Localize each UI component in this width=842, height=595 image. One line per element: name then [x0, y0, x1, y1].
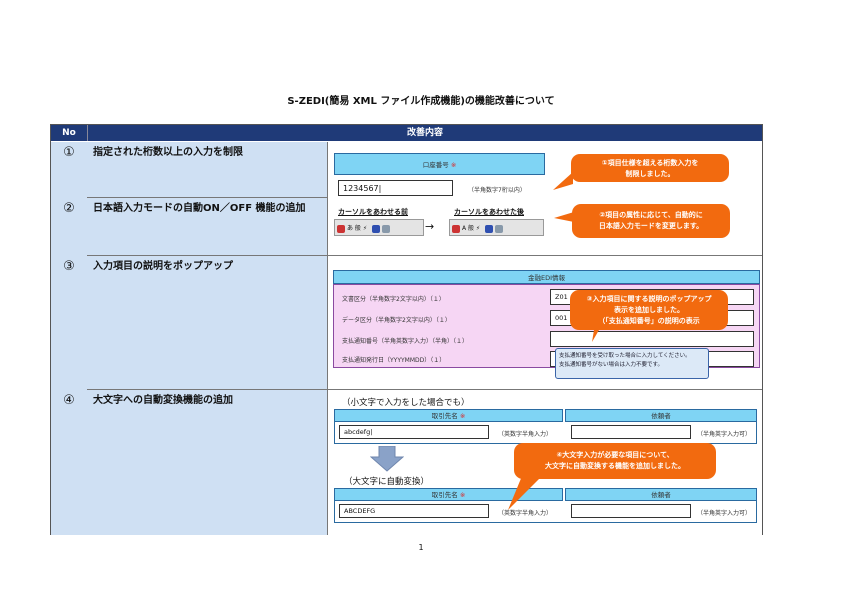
field-label-4: 支払通知発行日（YYYYMMDD）（１）	[342, 357, 446, 364]
callout-4: ④大文字入力が必要な項目について、 大文字に自動変換する機能を追加しました。	[514, 443, 716, 479]
row4-desc: 大文字への自動変換機能の追加	[87, 390, 328, 535]
upper-other-input[interactable]	[571, 504, 691, 518]
account-number-input[interactable]: 1234567|	[338, 180, 453, 196]
row2-no: ②	[51, 198, 88, 257]
upper-row: ABCDEFG （英数字半角入力） （半角英字入力可）	[334, 501, 757, 523]
row4-no: ④	[51, 390, 88, 535]
field-label: 取引先名	[431, 412, 458, 420]
lower-other-input[interactable]	[571, 425, 691, 439]
field-label-1: 文書区分（半角数字2文字以内）（１）	[342, 296, 445, 303]
form-title: 金融EDI情報	[333, 270, 760, 284]
help-tooltip: 支払通知番号を受け取った場合に入力してください。 支払通知番号がない場合は入力不…	[555, 348, 709, 379]
help-icon	[485, 224, 494, 233]
after-label: カーソルをあわせた後	[454, 208, 524, 216]
ime-logo-icon	[452, 224, 460, 233]
row2-screenshot: カーソルをあわせる前 カーソルをあわせた後 あ 般 ⚡ → A 般 ⚡ ②項目の…	[328, 198, 762, 256]
row1-screenshot: 口座番号 ※ 1234567| （半角数字7桁以内） ①項目仕様を超える桁数入力…	[328, 142, 762, 198]
ime-logo-icon	[337, 224, 345, 233]
before-label: カーソルをあわせる前	[338, 208, 408, 216]
caption-lowercase: （小文字で入力をした場合でも）	[342, 398, 470, 408]
settings-icon	[381, 224, 390, 233]
row1-desc: 指定された桁数以上の入力を制限	[87, 142, 328, 198]
callout2-tail	[554, 212, 574, 222]
uppercase-input[interactable]: ABCDEFG	[339, 504, 489, 518]
callout-1: ①項目仕様を超える桁数入力を 制限しました。	[571, 154, 729, 182]
lower-other-header: 依頼者	[565, 409, 757, 422]
header-no: No	[51, 125, 88, 141]
caption-uppercase: （大文字に自動変換）	[344, 477, 430, 487]
lower-note-right: （半角英字入力可）	[697, 431, 752, 438]
header-content: 改善内容	[88, 125, 762, 141]
field-label-2: データ区分（半角数字2文字以内）（１）	[342, 317, 451, 324]
callout1-tail	[553, 172, 573, 190]
upper-other-header: 依頼者	[565, 488, 757, 501]
lower-row: abcdefg| （英数字半角入力） （半角英字入力可）	[334, 422, 757, 444]
field-label: 取引先名	[431, 491, 458, 499]
lower-field-header: 取引先名 ※	[334, 409, 563, 422]
page-number: 1	[418, 543, 424, 552]
row2-desc: 日本語入力モードの自動ON／OFF 機能の追加	[87, 198, 328, 256]
page-title: S-ZEDI(簡易 XML ファイル作成機能)の機能改善について	[287, 96, 555, 107]
improvement-table: No 改善内容 ① 指定された桁数以上の入力を制限 口座番号 ※ 1234567…	[50, 124, 763, 535]
ime-mode-before: あ 般 ⚡	[347, 225, 368, 232]
callout-3: ③入力項目に関する説明のポップアップ 表示を追加しました。 （「支払通知番号」の…	[570, 290, 728, 330]
account-number-label: 口座番号	[422, 161, 449, 169]
lowercase-input[interactable]: abcdefg|	[339, 425, 489, 439]
required-mark: ※	[450, 161, 457, 169]
required-mark: ※	[459, 412, 466, 420]
ime-toolbar-after: A 般 ⚡	[449, 219, 544, 236]
row1-no: ①	[51, 142, 88, 199]
help-icon	[371, 224, 380, 233]
account-number-header: 口座番号 ※	[334, 153, 545, 175]
callout4-tail	[508, 476, 542, 510]
settings-icon	[495, 224, 504, 233]
row3-screenshot: 金融EDI情報 文書区分（半角数字2文字以内）（１） Z01 データ区分（半角数…	[328, 256, 762, 390]
row4-screenshot: （小文字で入力をした場合でも） 取引先名 ※ 依頼者 abcdefg| （英数字…	[328, 390, 762, 535]
ime-toolbar-before: あ 般 ⚡	[334, 219, 424, 236]
row3-desc: 入力項目の説明をポップアップ	[87, 256, 328, 390]
lower-note-left: （英数字半角入力）	[498, 431, 553, 438]
arrow-icon: →	[425, 220, 435, 233]
upper-note-right: （半角英字入力可）	[697, 510, 752, 517]
down-arrow-icon	[370, 446, 404, 472]
row3-no: ③	[51, 256, 88, 391]
field-label-3: 支払通知番号（半角英数字入力）（半角）（１）	[342, 338, 469, 345]
ime-mode-after: A 般 ⚡	[462, 225, 481, 232]
field-input-3[interactable]	[550, 331, 754, 347]
callout-2: ②項目の属性に応じて、自動的に 日本語入力モードを変更します。	[572, 204, 730, 238]
required-mark: ※	[459, 491, 466, 499]
account-number-note: （半角数字7桁以内）	[468, 187, 526, 194]
